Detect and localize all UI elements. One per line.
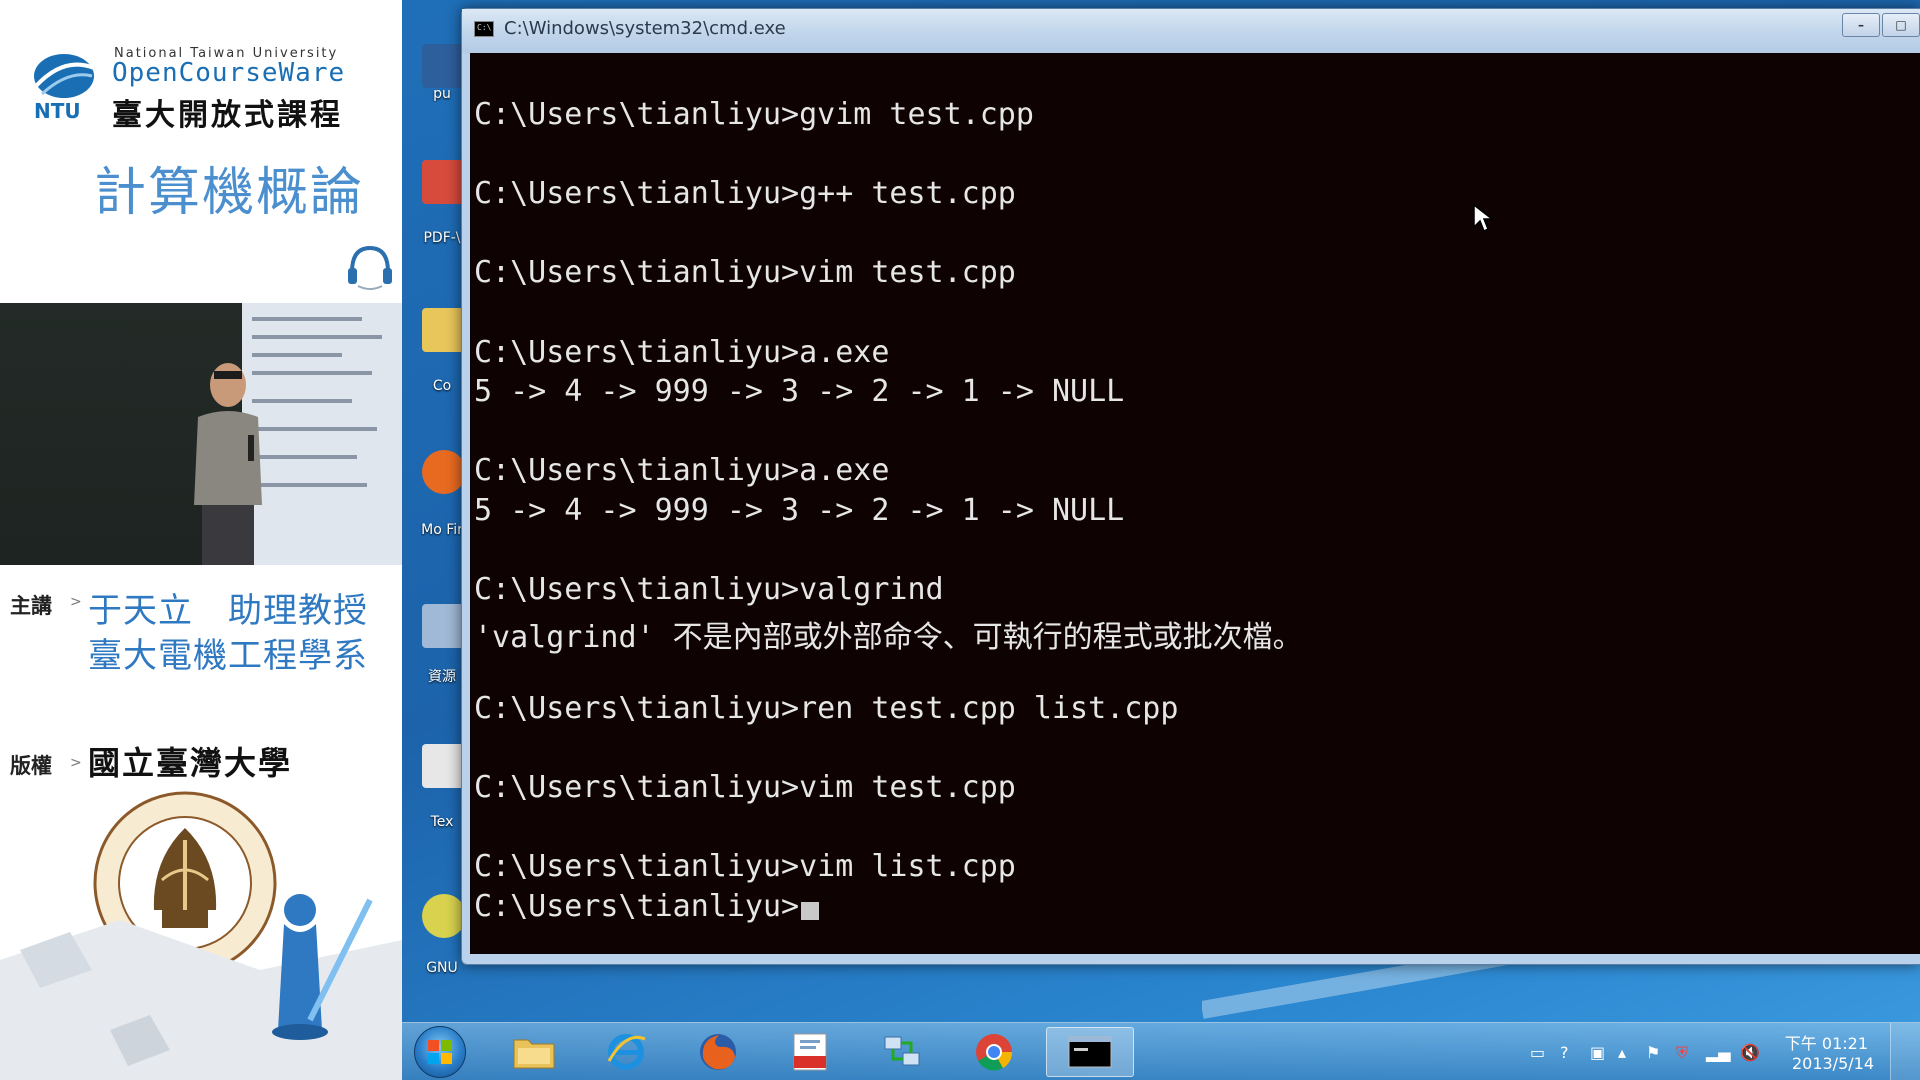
decorative-chess-graphic [0, 894, 402, 1080]
keyboard-tray-icon[interactable]: ▭ [1530, 1043, 1545, 1062]
taskbar-firefox[interactable] [680, 1027, 756, 1077]
cmd-line: C:\Users\tianliyu>a.exe [474, 453, 890, 489]
desktop-shortcut-icon[interactable] [422, 44, 466, 88]
maximize-button[interactable]: □ [1882, 13, 1920, 37]
taskbar-pdf[interactable] [772, 1027, 848, 1077]
projected-text-line [252, 335, 382, 339]
copyright-owner: 國立臺灣大學 [88, 744, 293, 782]
cmd-line [474, 216, 1303, 256]
cmd-line [474, 731, 1303, 771]
ocw-sidebar: NTU National Taiwan University OpenCours… [0, 0, 402, 1080]
cmd-prompt: C:\Users\tianliyu> [474, 888, 800, 924]
copyright-label: 版權 [10, 754, 52, 778]
window-controls: – □ [1840, 13, 1920, 41]
lecture-video[interactable] [0, 303, 402, 565]
cmd-line: C:\Users\tianliyu>vim test.cpp [474, 770, 1016, 806]
cmd-line: 5 -> 4 -> 999 -> 3 -> 2 -> 1 -> NULL [474, 492, 1125, 528]
cmd-icon-text: C:\ [477, 23, 492, 32]
cmd-line: C:\Users\tianliyu>gvim test.cpp [474, 97, 1034, 132]
pdf-icon [793, 1033, 827, 1071]
internet-explorer-icon [607, 1034, 646, 1070]
firefox-icon [700, 1034, 736, 1070]
gnu-shortcut-icon[interactable] [422, 894, 466, 938]
copyright-arrow: > [70, 755, 82, 771]
tex-shortcut-icon[interactable] [422, 744, 466, 788]
lecturer-figure [194, 363, 262, 565]
headset-icon [348, 245, 392, 290]
logo-opencourseware: OpenCourseWare [112, 58, 346, 88]
folder-shortcut-icon[interactable] [422, 308, 466, 352]
display-tray-icon[interactable]: ▣ [1590, 1043, 1605, 1062]
taskbar-chrome[interactable] [956, 1027, 1032, 1077]
cmd-prompt-line[interactable]: C:\Users\tianliyu> [474, 889, 1303, 929]
taskbar-internet-explorer[interactable] [588, 1027, 664, 1077]
cmd-line [474, 137, 1303, 177]
cmd-icon [1068, 1036, 1112, 1068]
maximize-icon: □ [1895, 18, 1907, 32]
firefox-shortcut-icon[interactable] [422, 450, 466, 494]
logo-ocw-chinese: 臺大開放式課程 [112, 98, 343, 133]
cmd-window-title: C:\Windows\system32\cmd.exe [504, 18, 786, 39]
course-title: 計算機概論 [93, 163, 364, 223]
text-cursor [801, 901, 820, 920]
projected-text-line [252, 317, 362, 321]
cmd-titlebar[interactable]: C:\ C:\Windows\system32\cmd.exe – □ [462, 9, 1920, 53]
windows-logo-icon [428, 1040, 452, 1064]
cmd-output: C:\Users\tianliyu>gvim test.cpp C:\Users… [474, 97, 1303, 928]
instructor-name: 于天立 助理教授 [88, 591, 368, 631]
security-tray-icon[interactable]: ⛨ [1676, 1043, 1688, 1063]
recycle-bin-icon[interactable] [422, 604, 466, 648]
ntu-logo-icon: NTU [34, 54, 95, 122]
cmd-line: C:\Users\tianliyu>vim list.cpp [474, 849, 1016, 885]
taskbar: ▭ ? ▣ ▴ ⚑ ⛨ ▂▄ 🔇 下午 01:21 2013/5/14 [402, 1022, 1920, 1080]
cmd-line [474, 533, 1303, 573]
ntu-ocw-logo: NTU National Taiwan University OpenCours… [28, 40, 368, 133]
cmd-line: C:\Users\tianliyu>g++ test.cpp [474, 176, 1016, 212]
cmd-line: C:\Users\tianliyu>valgrind [474, 572, 944, 608]
taskbar-cmd[interactable] [1046, 1027, 1134, 1077]
mouse-pointer-icon [1473, 203, 1494, 233]
cmd-line: C:\Users\tianliyu>ren test.cpp list.cpp [474, 690, 1179, 726]
cmd-line [474, 651, 1303, 691]
cmd-error-line: 'valgrind' 不是內部或外部命令、可執行的程式或批次檔。 [474, 619, 1303, 655]
cmd-line [474, 810, 1303, 850]
folder-icon [513, 1039, 555, 1069]
show-desktop-button[interactable] [1890, 1023, 1920, 1080]
instructor-label: 主講 [10, 594, 52, 618]
logo-mark-text: NTU [34, 99, 81, 122]
network-signal-tray-icon[interactable]: ▂▄ [1706, 1043, 1731, 1062]
network-icon [884, 1036, 920, 1066]
chrome-icon [976, 1034, 1013, 1071]
cmd-line: C:\Users\tianliyu>vim test.cpp [474, 255, 1016, 291]
pdf-shortcut-icon[interactable] [422, 160, 466, 204]
help-tray-icon[interactable]: ? [1560, 1043, 1569, 1062]
minimize-button[interactable]: – [1842, 13, 1880, 37]
cmd-console[interactable]: C:\Users\tianliyu>gvim test.cpp C:\Users… [470, 53, 1920, 954]
start-button[interactable] [414, 1026, 466, 1078]
cmd-line [474, 295, 1303, 335]
instructor-department: 臺大電機工程學系 [88, 636, 368, 676]
show-hidden-icons-icon[interactable]: ▴ [1618, 1043, 1626, 1062]
taskbar-explorer[interactable] [496, 1027, 572, 1077]
cmd-line [474, 414, 1303, 454]
clock-date[interactable]: 2013/5/14 [1792, 1054, 1874, 1073]
cmd-line: 5 -> 4 -> 999 -> 3 -> 2 -> 1 -> NULL [474, 374, 1125, 410]
instructor-arrow: > [70, 594, 82, 610]
minimize-icon: – [1858, 18, 1864, 32]
clock-time[interactable]: 下午 01:21 [1785, 1030, 1868, 1054]
cmd-window[interactable]: C:\ C:\Windows\system32\cmd.exe – □ C:\U… [461, 8, 1920, 965]
system-tray: ▭ ? ▣ ▴ ⚑ ⛨ ▂▄ 🔇 下午 01:21 2013/5/14 [1500, 1023, 1920, 1080]
cmd-line: C:\Users\tianliyu>a.exe [474, 334, 890, 370]
action-center-flag-icon[interactable]: ⚑ [1646, 1043, 1660, 1062]
cmd-icon[interactable]: C:\ [474, 21, 494, 37]
volume-muted-icon[interactable]: 🔇 [1740, 1043, 1760, 1062]
taskbar-network[interactable] [864, 1027, 940, 1077]
